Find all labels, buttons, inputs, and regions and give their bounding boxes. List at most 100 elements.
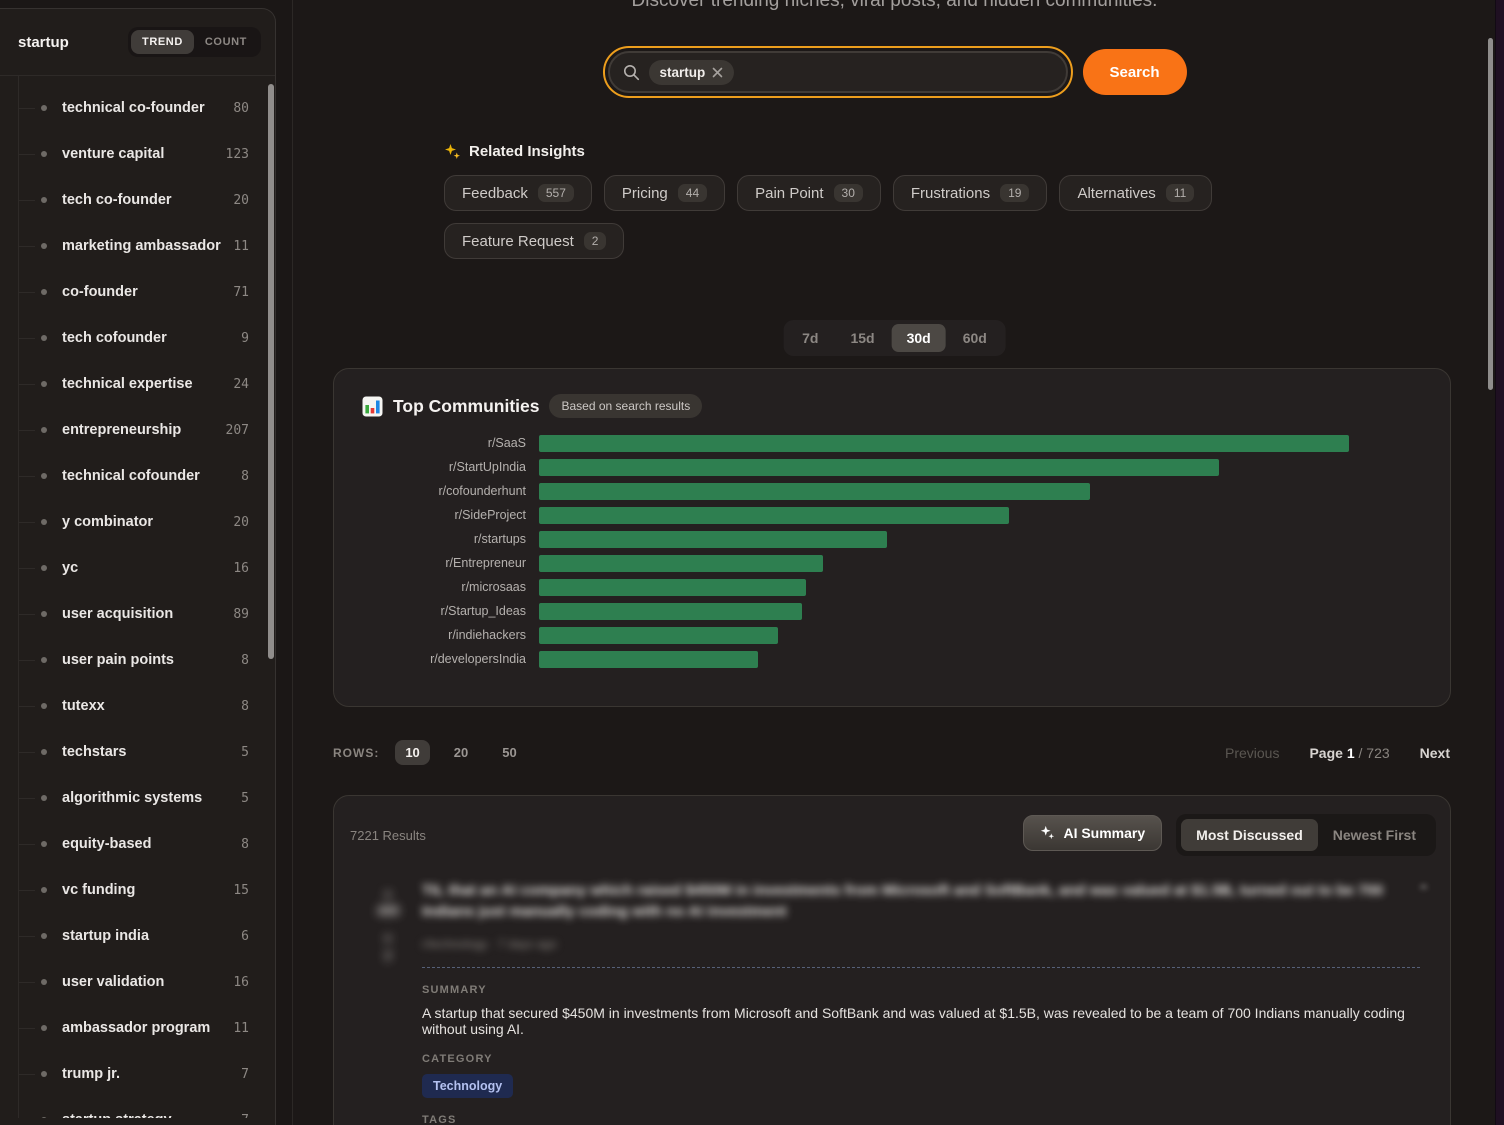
chart-row: r/SideProject: [334, 503, 1450, 527]
keyword-count: 15: [233, 883, 249, 898]
chart-bar[interactable]: [539, 603, 802, 620]
sort-most-discussed[interactable]: Most Discussed: [1181, 819, 1318, 851]
page-scrollbar[interactable]: [1488, 38, 1493, 390]
downvote-icon[interactable]: ▼: [354, 932, 422, 946]
keyword-label: technical expertise: [62, 376, 193, 392]
sidebar-keyword-item[interactable]: user pain points8: [0, 637, 275, 683]
tree-connector: [18, 522, 35, 523]
insight-chip[interactable]: Pricing44: [604, 175, 725, 211]
sidebar-title: startup: [18, 34, 69, 51]
upvote-icon[interactable]: ▲: [354, 886, 422, 900]
insight-chip[interactable]: Feature Request2: [444, 223, 624, 259]
chart-category-label: r/microsaas: [334, 580, 539, 594]
search-icon: [622, 64, 639, 81]
rows-per-page: ROWS: 10 20 50: [333, 740, 527, 765]
bullet-icon: [41, 1117, 47, 1118]
remove-term-icon[interactable]: [712, 67, 723, 78]
ai-summary-button[interactable]: AI Summary: [1023, 815, 1162, 851]
chart-bar[interactable]: [539, 651, 758, 668]
search-button[interactable]: Search: [1082, 49, 1186, 95]
sidebar-keyword-item[interactable]: tech cofounder9: [0, 315, 275, 361]
sidebar-keyword-item[interactable]: startup strategy7: [0, 1097, 275, 1118]
sidebar-keyword-item[interactable]: startup india6: [0, 913, 275, 959]
chart-bar[interactable]: [539, 459, 1219, 476]
chart-row: r/microsaas: [334, 575, 1450, 599]
chart-bar[interactable]: [539, 435, 1349, 452]
sidebar-keyword-item[interactable]: user validation16: [0, 959, 275, 1005]
time-range-7d[interactable]: 7d: [787, 324, 833, 352]
comment-count: 7: [354, 949, 422, 964]
tree-connector: [18, 568, 35, 569]
toggle-trend[interactable]: TREND: [131, 30, 194, 54]
rows-option-10[interactable]: 10: [395, 740, 429, 765]
rows-option-20[interactable]: 20: [444, 740, 478, 765]
sidebar-keyword-item[interactable]: ambassador program11: [0, 1005, 275, 1051]
ai-sparkle-icon: [1040, 825, 1055, 840]
related-insights: Related Insights Feedback557Pricing44Pai…: [444, 143, 1244, 259]
bullet-icon: [41, 657, 47, 663]
chart-bar[interactable]: [539, 555, 823, 572]
result-post[interactable]: ▲ 409 ▼ 7 TIL that an AI company which r…: [334, 856, 1450, 1125]
chart-category-label: r/Entrepreneur: [334, 556, 539, 570]
insight-chip[interactable]: Pain Point30: [737, 175, 881, 211]
page-indicator: Page 1 / 723: [1309, 745, 1389, 761]
sidebar-keyword-item[interactable]: entrepreneurship207: [0, 407, 275, 453]
keyword-label: trump jr.: [62, 1066, 120, 1082]
post-title-blurred[interactable]: TIL that an AI company which raised $450…: [422, 880, 1420, 922]
tree-connector: [18, 200, 35, 201]
sidebar-keyword-item[interactable]: technical co-founder80: [0, 85, 275, 131]
sidebar-keyword-item[interactable]: vc funding15: [0, 867, 275, 913]
vote-column-blurred[interactable]: ▲ 409 ▼ 7: [354, 880, 422, 1125]
search-field[interactable]: startup: [607, 51, 1067, 93]
collapse-chevron-icon[interactable]: ⌃: [1417, 882, 1430, 900]
rows-option-50[interactable]: 50: [492, 740, 526, 765]
chart-bar[interactable]: [539, 627, 778, 644]
tags-label: TAGS: [422, 1114, 1420, 1125]
sidebar-keyword-item[interactable]: y combinator20: [0, 499, 275, 545]
chart-bar[interactable]: [539, 579, 806, 596]
rows-label: ROWS:: [333, 746, 379, 760]
keyword-label: tech cofounder: [62, 330, 167, 346]
category-label: CATEGORY: [422, 1053, 1420, 1065]
sidebar-keyword-item[interactable]: techstars5: [0, 729, 275, 775]
time-range-30d[interactable]: 30d: [892, 324, 946, 352]
time-range-60d[interactable]: 60d: [948, 324, 1002, 352]
sidebar-keyword-item[interactable]: tutexx8: [0, 683, 275, 729]
search-row: startup Search: [602, 46, 1186, 98]
category-badge[interactable]: Technology: [422, 1074, 513, 1098]
sidebar-keyword-item[interactable]: trump jr.7: [0, 1051, 275, 1097]
insight-chip[interactable]: Frustrations19: [893, 175, 1048, 211]
sidebar-keyword-item[interactable]: user acquisition89: [0, 591, 275, 637]
bullet-icon: [41, 1025, 47, 1031]
insight-chip[interactable]: Alternatives11: [1059, 175, 1212, 211]
time-range-15d[interactable]: 15d: [835, 324, 889, 352]
next-button[interactable]: Next: [1420, 745, 1450, 761]
chart-bar[interactable]: [539, 507, 1009, 524]
chart-bar[interactable]: [539, 483, 1090, 500]
bullet-icon: [41, 565, 47, 571]
sidebar-keyword-item[interactable]: technical expertise24: [0, 361, 275, 407]
toggle-count[interactable]: COUNT: [194, 30, 258, 54]
sidebar-keyword-item[interactable]: technical cofounder8: [0, 453, 275, 499]
chart-category-label: r/SaaS: [334, 436, 539, 450]
keyword-label: ambassador program: [62, 1020, 210, 1036]
search-term-chip[interactable]: startup: [648, 60, 734, 85]
chart-bar[interactable]: [539, 531, 887, 548]
sidebar-keyword-item[interactable]: co-founder71: [0, 269, 275, 315]
sort-newest-first[interactable]: Newest First: [1318, 819, 1431, 851]
insight-chip-count: 30: [834, 184, 863, 202]
sidebar-keyword-item[interactable]: marketing ambassador11: [0, 223, 275, 269]
insight-chip-label: Pricing: [622, 185, 668, 202]
chart-category-label: r/cofounderhunt: [334, 484, 539, 498]
sidebar-keyword-item[interactable]: algorithmic systems5: [0, 775, 275, 821]
tree-connector: [18, 614, 35, 615]
sidebar-scrollbar[interactable]: [268, 84, 274, 659]
tree-connector: [18, 1074, 35, 1075]
sidebar-keyword-item[interactable]: yc16: [0, 545, 275, 591]
sidebar-keyword-item[interactable]: equity-based8: [0, 821, 275, 867]
search-input[interactable]: startup: [602, 46, 1072, 98]
sidebar-keyword-item[interactable]: tech co-founder20: [0, 177, 275, 223]
previous-button[interactable]: Previous: [1225, 745, 1279, 761]
insight-chip[interactable]: Feedback557: [444, 175, 592, 211]
sidebar-keyword-item[interactable]: venture capital123: [0, 131, 275, 177]
